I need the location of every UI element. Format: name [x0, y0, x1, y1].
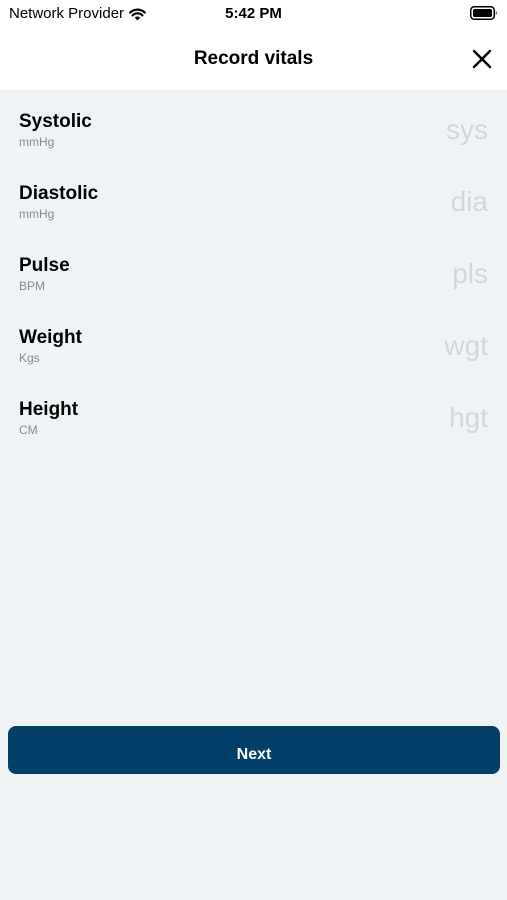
diastolic-label: Diastolic [19, 183, 99, 204]
pulse-input[interactable] [338, 256, 488, 292]
systolic-unit: mmHg [19, 135, 55, 149]
close-icon[interactable] [471, 48, 493, 70]
battery-icon [470, 6, 497, 20]
next-button[interactable]: Next [8, 726, 500, 774]
pulse-label: Pulse [19, 255, 70, 276]
vitals-form: Systolic mmHg Diastolic mmHg Pulse BPM W… [0, 90, 507, 450]
field-row-systolic: Systolic mmHg [0, 90, 507, 162]
diastolic-unit: mmHg [19, 207, 55, 221]
status-bar: Network Provider 5:42 PM [0, 0, 507, 26]
field-row-height: Height CM [0, 378, 507, 450]
systolic-input[interactable] [338, 112, 488, 148]
height-label: Height [19, 399, 79, 420]
weight-label: Weight [19, 327, 82, 348]
field-row-pulse: Pulse BPM [0, 234, 507, 306]
nav-bar: Record vitals [0, 26, 507, 90]
height-unit: CM [19, 423, 38, 437]
next-button-label: Next [236, 746, 272, 763]
field-row-weight: Weight Kgs [0, 306, 507, 378]
diastolic-input[interactable] [338, 184, 488, 220]
page-title: Record vitals [193, 48, 314, 69]
field-row-diastolic: Diastolic mmHg [0, 162, 507, 234]
status-time: 5:42 PM [225, 5, 282, 22]
systolic-label: Systolic [19, 111, 92, 132]
weight-input[interactable] [338, 328, 488, 364]
height-input[interactable] [338, 400, 488, 436]
pulse-unit: BPM [19, 279, 46, 293]
weight-unit: Kgs [19, 351, 40, 365]
